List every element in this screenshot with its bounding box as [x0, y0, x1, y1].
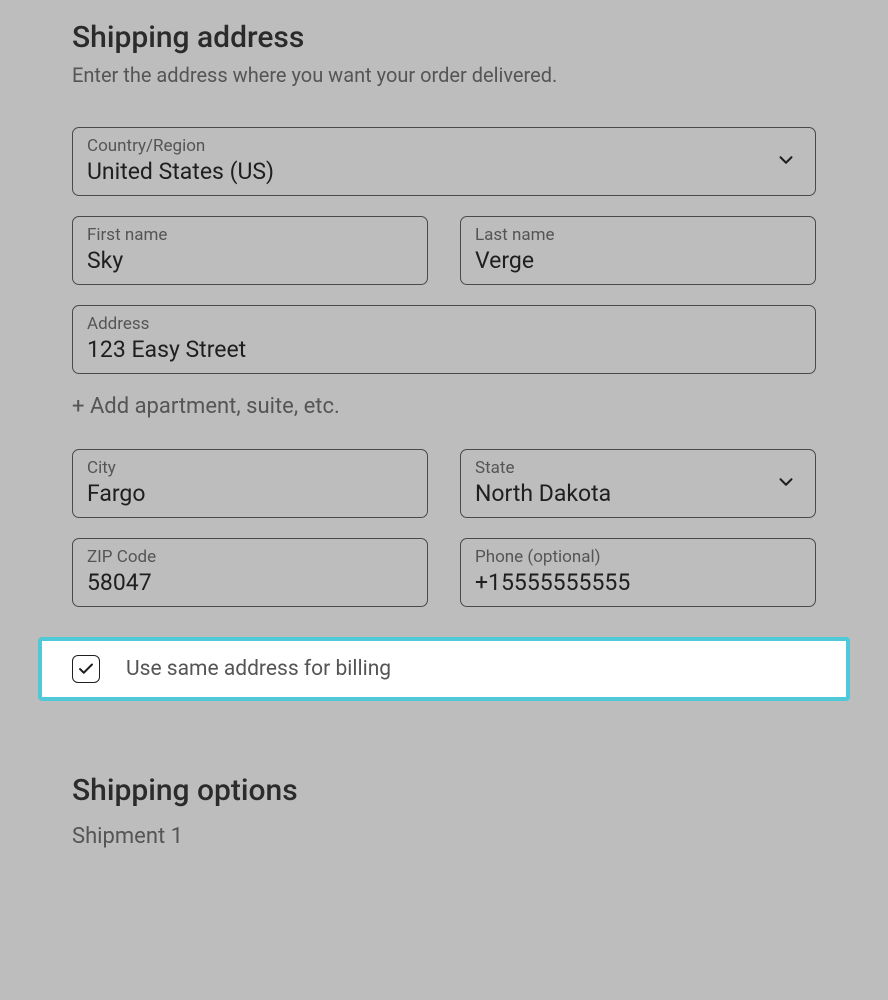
shipping-address-subtitle: Enter the address where you want your or…	[72, 63, 816, 87]
same-billing-label: Use same address for billing	[126, 657, 391, 681]
shipping-address-title: Shipping address	[72, 20, 816, 55]
chevron-down-icon	[775, 149, 797, 175]
last-name-label: Last name	[475, 225, 801, 245]
same-billing-row: Use same address for billing	[38, 637, 850, 701]
first-name-field[interactable]: First name	[72, 216, 428, 285]
shipping-options-title: Shipping options	[72, 773, 816, 808]
phone-field[interactable]: Phone (optional)	[460, 538, 816, 607]
same-billing-checkbox[interactable]	[72, 655, 100, 683]
chevron-down-icon	[775, 471, 797, 497]
address-label: Address	[87, 314, 801, 334]
state-label: State	[475, 458, 801, 478]
country-label: Country/Region	[87, 136, 801, 156]
check-icon	[77, 660, 95, 678]
add-apartment-link[interactable]: + Add apartment, suite, etc.	[72, 394, 816, 419]
last-name-input[interactable]	[475, 247, 801, 274]
city-field[interactable]: City	[72, 449, 428, 518]
city-label: City	[87, 458, 413, 478]
first-name-label: First name	[87, 225, 413, 245]
phone-input[interactable]	[475, 569, 801, 596]
zip-label: ZIP Code	[87, 547, 413, 567]
state-value: North Dakota	[475, 480, 801, 507]
state-select[interactable]: State North Dakota	[460, 449, 816, 518]
address-field[interactable]: Address	[72, 305, 816, 374]
zip-field[interactable]: ZIP Code	[72, 538, 428, 607]
country-value: United States (US)	[87, 158, 801, 185]
first-name-input[interactable]	[87, 247, 413, 274]
zip-input[interactable]	[87, 569, 413, 596]
last-name-field[interactable]: Last name	[460, 216, 816, 285]
country-select[interactable]: Country/Region United States (US)	[72, 127, 816, 196]
city-input[interactable]	[87, 480, 413, 507]
phone-label: Phone (optional)	[475, 547, 801, 567]
address-input[interactable]	[87, 336, 801, 363]
shipment-label: Shipment 1	[72, 824, 816, 849]
